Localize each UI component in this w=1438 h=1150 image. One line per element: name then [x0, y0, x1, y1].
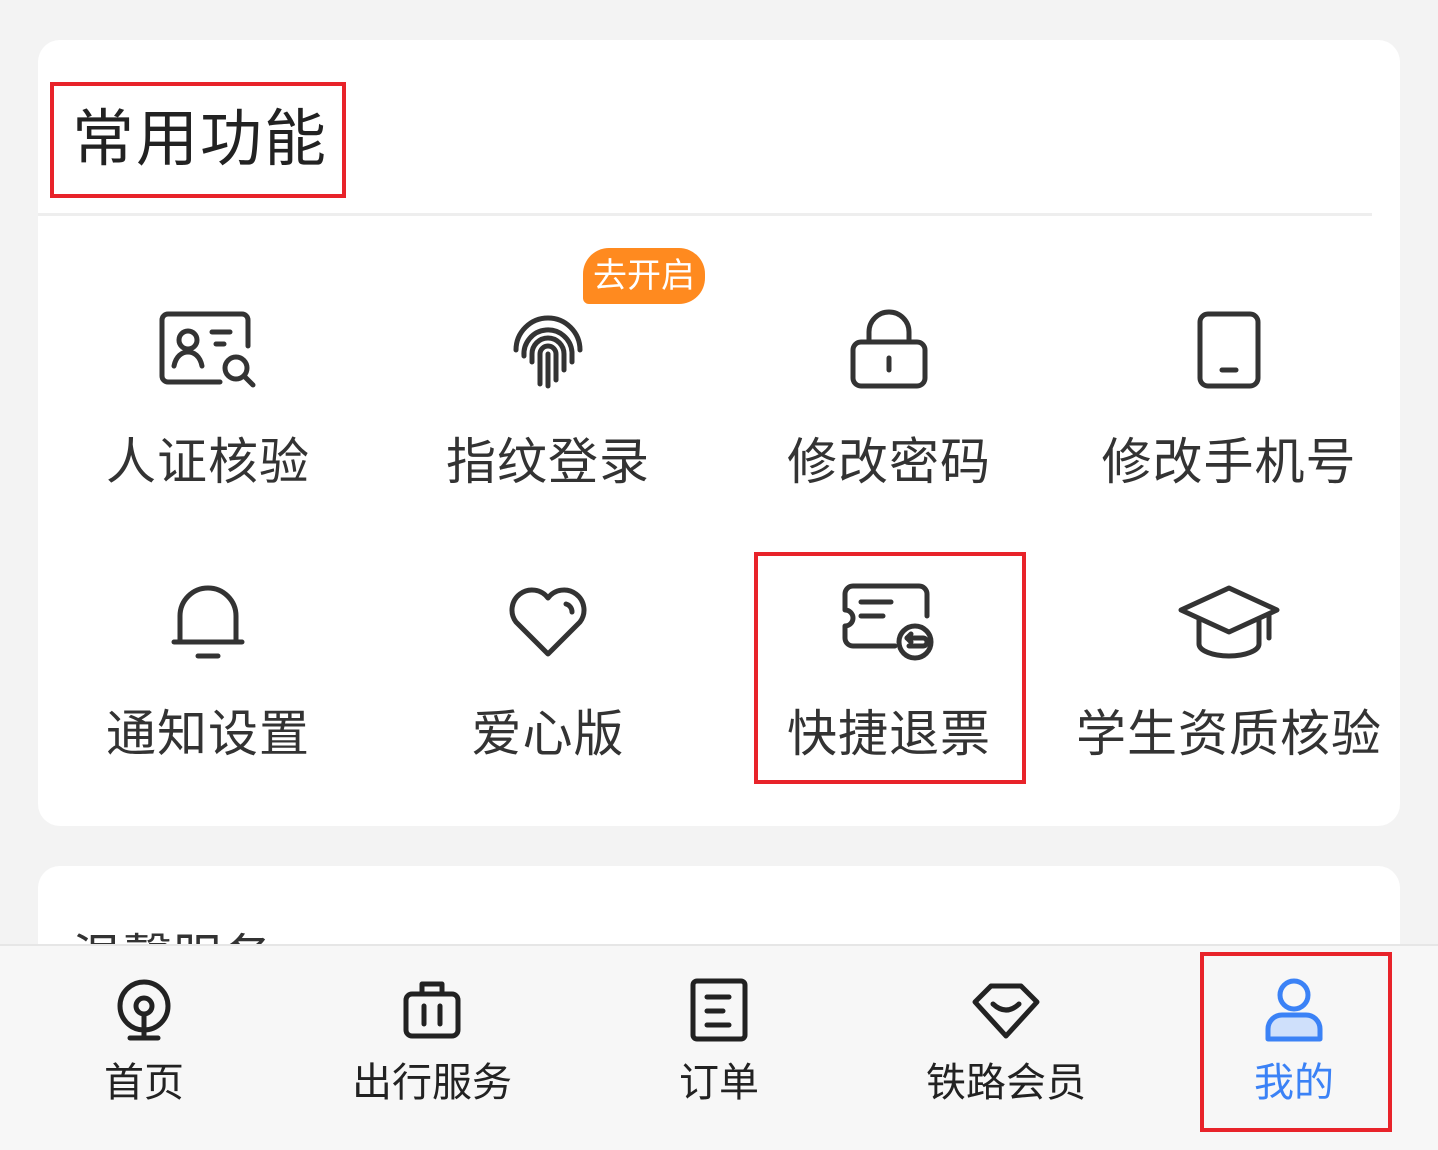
func-label: 学生资质核验	[1076, 705, 1382, 763]
func-label: 修改手机号	[1101, 433, 1357, 491]
highlight-quick-refund	[754, 552, 1026, 784]
graduation-cap-icon	[1174, 572, 1284, 672]
fingerprint-open-badge[interactable]: 去开启	[583, 248, 705, 304]
lock-icon	[834, 300, 944, 400]
phone-icon	[1174, 300, 1284, 400]
page: 常用功能 人证核验 指纹登录 修改密码 修改手机号 通知设置 爱心版 快捷退票 …	[0, 0, 1438, 1150]
func-label: 指纹登录	[446, 433, 650, 491]
tab-travel-services[interactable]: 出行服务	[288, 946, 576, 1150]
func-student-verify[interactable]: 学生资质核验	[1059, 572, 1399, 812]
tab-label: 首页	[104, 1060, 184, 1106]
func-id-verify[interactable]: 人证核验	[38, 300, 378, 540]
func-fingerprint-login[interactable]: 指纹登录	[378, 300, 718, 540]
func-label: 爱心版	[471, 705, 625, 763]
tab-label: 铁路会员	[926, 1060, 1086, 1106]
heart-icon	[493, 572, 603, 672]
railway-logo-icon	[106, 972, 182, 1048]
highlight-tab-mine	[1200, 952, 1392, 1132]
func-label: 修改密码	[787, 433, 991, 491]
highlight-section-title	[50, 82, 346, 198]
func-care-mode[interactable]: 爱心版	[378, 572, 718, 812]
tab-label: 出行服务	[352, 1060, 512, 1106]
order-list-icon	[681, 972, 757, 1048]
func-change-phone[interactable]: 修改手机号	[1059, 300, 1399, 540]
tab-railway-member[interactable]: 铁路会员	[862, 946, 1150, 1150]
tab-orders[interactable]: 订单	[575, 946, 863, 1150]
tab-home[interactable]: 首页	[0, 946, 288, 1150]
diamond-icon	[968, 972, 1044, 1048]
tab-label: 订单	[679, 1060, 759, 1106]
func-label: 通知设置	[106, 705, 310, 763]
bell-icon	[153, 572, 263, 672]
fingerprint-icon	[493, 300, 603, 400]
func-label: 人证核验	[106, 433, 310, 491]
func-change-password[interactable]: 修改密码	[719, 300, 1059, 540]
func-notification-settings[interactable]: 通知设置	[38, 572, 378, 812]
id-card-search-icon	[153, 300, 263, 400]
luggage-icon	[394, 972, 470, 1048]
